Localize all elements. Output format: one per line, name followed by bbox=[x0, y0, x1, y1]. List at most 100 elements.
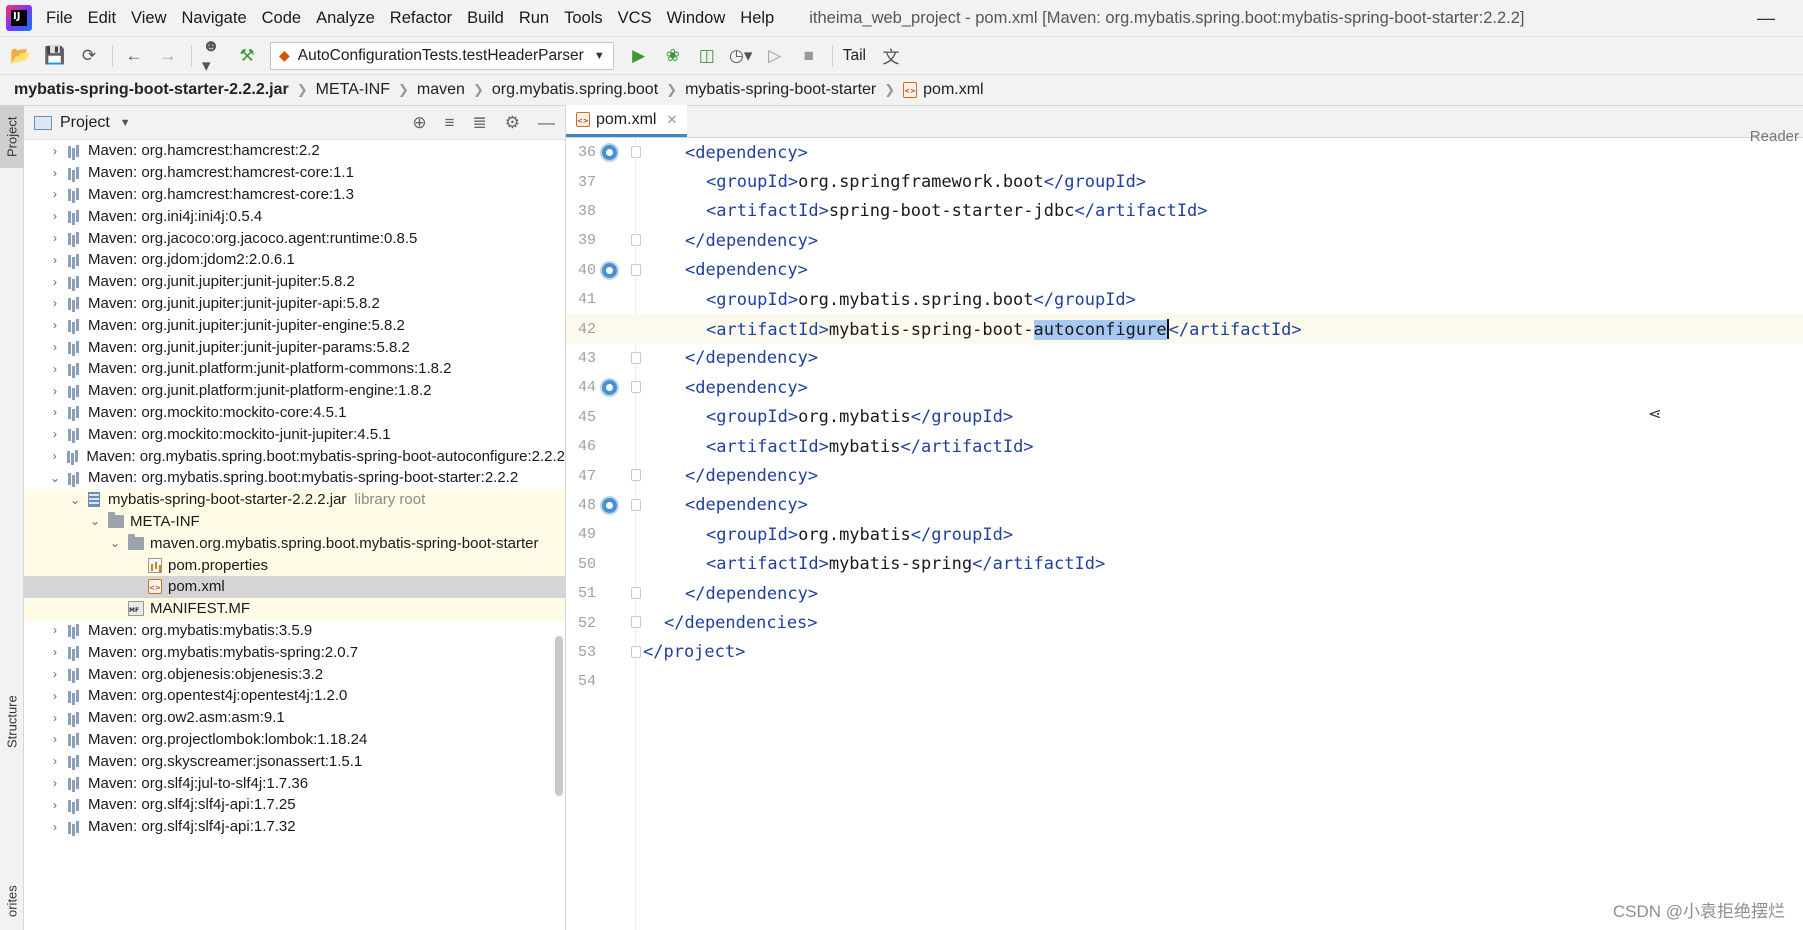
menu-edit[interactable]: Edit bbox=[88, 9, 116, 28]
open-folder-icon[interactable]: 📂 bbox=[10, 45, 32, 67]
chevron-right-icon[interactable]: › bbox=[48, 798, 62, 812]
menu-help[interactable]: Help bbox=[740, 9, 774, 28]
tree-row[interactable]: pom.properties bbox=[24, 554, 565, 576]
tree-row[interactable]: › Maven: org.mybatis:mybatis:3.5.9 bbox=[24, 620, 565, 642]
menu-vcs[interactable]: VCS bbox=[618, 9, 652, 28]
run-configuration-select[interactable]: ◆ AutoConfigurationTests.testHeaderParse… bbox=[270, 41, 614, 70]
chevron-right-icon[interactable]: › bbox=[48, 754, 62, 768]
code-area[interactable]: 36 <dependency> 37 <groupId>org.springframe… bbox=[566, 138, 1803, 930]
tree-row[interactable]: › Maven: org.skyscreamer:jsonassert:1.5.1 bbox=[24, 750, 565, 772]
menu-run[interactable]: Run bbox=[519, 9, 549, 28]
build-hammer-icon[interactable]: ⚒ bbox=[236, 45, 258, 67]
menu-refactor[interactable]: Refactor bbox=[390, 9, 452, 28]
tree-row[interactable]: › Maven: org.junit.jupiter:junit-jupiter-… bbox=[24, 314, 565, 336]
tree-row[interactable]: › Maven: org.junit.jupiter:junit-jupiter-… bbox=[24, 293, 565, 315]
tree-row[interactable]: › Maven: org.slf4j:slf4j-api:1.7.25 bbox=[24, 794, 565, 816]
tree-row[interactable]: › Maven: org.ini4j:ini4j:0.5.4 bbox=[24, 205, 565, 227]
chevron-right-icon[interactable]: › bbox=[48, 318, 62, 332]
gear-icon[interactable]: ⚙ bbox=[505, 113, 520, 133]
fold-marker-icon[interactable] bbox=[631, 351, 641, 364]
fold-marker-icon[interactable] bbox=[631, 616, 641, 629]
breadcrumb-jar[interactable]: mybatis-spring-boot-starter-2.2.2.jar bbox=[14, 81, 289, 99]
fold-marker-icon[interactable] bbox=[631, 469, 641, 482]
menu-build[interactable]: Build bbox=[467, 9, 504, 28]
breadcrumb-maven[interactable]: maven bbox=[417, 81, 465, 99]
maven-dependency-gutter-icon[interactable] bbox=[600, 260, 619, 280]
tree-row[interactable]: pom.xml bbox=[24, 575, 565, 598]
tree-row[interactable]: › Maven: org.projectlombok:lombok:1.18.24 bbox=[24, 729, 565, 751]
tree-row[interactable]: › Maven: org.mybatis:mybatis-spring:2.0.7 bbox=[24, 641, 565, 663]
sync-icon[interactable]: ⟳ bbox=[78, 45, 100, 67]
stop-icon[interactable]: ■ bbox=[798, 45, 820, 67]
tree-row[interactable]: › Maven: org.junit.platform:junit-platfor… bbox=[24, 380, 565, 402]
chevron-right-icon[interactable]: › bbox=[48, 362, 62, 376]
chevron-down-icon[interactable]: ⌄ bbox=[68, 493, 82, 507]
chevron-down-icon[interactable]: ▼ bbox=[120, 117, 131, 129]
breadcrumb-artifact[interactable]: mybatis-spring-boot-starter bbox=[685, 81, 876, 99]
tree-row[interactable]: › Maven: org.objenesis:objenesis:3.2 bbox=[24, 663, 565, 685]
chevron-right-icon[interactable]: › bbox=[48, 405, 62, 419]
tree-row[interactable]: ⌄ maven.org.mybatis.spring.boot.mybatis-s… bbox=[24, 532, 565, 555]
menu-window[interactable]: Window bbox=[667, 9, 726, 28]
chevron-right-icon[interactable]: › bbox=[48, 427, 62, 441]
minimize-button[interactable]: — bbox=[1757, 8, 1775, 29]
fold-marker-icon[interactable] bbox=[631, 498, 641, 511]
chevron-right-icon[interactable]: › bbox=[48, 711, 62, 725]
locate-target-icon[interactable]: ⊕ bbox=[412, 113, 426, 133]
debug-bug-icon[interactable]: ❀ bbox=[662, 45, 684, 67]
chevron-right-icon[interactable]: › bbox=[48, 820, 62, 834]
tree-row[interactable]: MANIFEST.MF bbox=[24, 597, 565, 620]
tree-row[interactable]: ⌄ mybatis-spring-boot-starter-2.2.2.jar li… bbox=[24, 488, 565, 511]
chevron-right-icon[interactable]: › bbox=[48, 275, 62, 289]
breadcrumb-file[interactable]: pom.xml bbox=[923, 81, 983, 99]
close-icon[interactable]: ✕ bbox=[666, 112, 677, 128]
menu-view[interactable]: View bbox=[131, 9, 166, 28]
menu-code[interactable]: Code bbox=[262, 9, 301, 28]
tree-row[interactable]: › Maven: org.hamcrest:hamcrest-core:1.1 bbox=[24, 162, 565, 184]
chevron-down-icon[interactable]: ⌄ bbox=[48, 471, 62, 485]
tree-row[interactable]: › Maven: org.mockito:mockito-core:4.5.1 bbox=[24, 402, 565, 424]
project-tool-tab[interactable]: Project bbox=[0, 106, 24, 168]
fold-marker-icon[interactable] bbox=[631, 146, 641, 158]
breadcrumb-meta-inf[interactable]: META-INF bbox=[316, 81, 390, 99]
chevron-down-icon[interactable]: ⌄ bbox=[108, 536, 122, 550]
chevron-down-icon[interactable]: ⌄ bbox=[88, 514, 102, 528]
translate-icon[interactable]: 文 bbox=[880, 45, 902, 67]
tree-row[interactable]: › Maven: org.mockito:mockito-junit-jupite… bbox=[24, 423, 565, 445]
save-all-icon[interactable]: 💾 bbox=[44, 45, 66, 67]
expand-all-icon[interactable]: ≡ bbox=[445, 113, 455, 133]
tree-row[interactable]: ⌄ Maven: org.mybatis.spring.boot:mybatis-… bbox=[24, 467, 565, 489]
profile-dropdown-icon[interactable]: ◷▾ bbox=[729, 45, 752, 67]
run-icon[interactable]: ▶ bbox=[628, 45, 650, 67]
breadcrumb-group[interactable]: org.mybatis.spring.boot bbox=[492, 81, 658, 99]
chevron-right-icon[interactable]: › bbox=[48, 166, 62, 180]
tree-row[interactable]: › Maven: org.ow2.asm:asm:9.1 bbox=[24, 707, 565, 729]
maven-dependency-gutter-icon[interactable] bbox=[600, 378, 619, 398]
coverage-icon[interactable]: ◫ bbox=[696, 45, 718, 67]
tree-row[interactable]: › Maven: org.hamcrest:hamcrest-core:1.3 bbox=[24, 184, 565, 206]
tree-scrollbar[interactable] bbox=[555, 636, 563, 796]
fold-marker-icon[interactable] bbox=[631, 381, 641, 394]
tree-row[interactable]: › Maven: org.jdom:jdom2:2.0.6.1 bbox=[24, 249, 565, 271]
chevron-right-icon[interactable]: › bbox=[48, 667, 62, 681]
chevron-right-icon[interactable]: › bbox=[48, 340, 62, 354]
hide-panel-icon[interactable]: — bbox=[538, 113, 555, 133]
chevron-right-icon[interactable]: › bbox=[48, 732, 62, 746]
tree-row[interactable]: › Maven: org.junit.platform:junit-platfor… bbox=[24, 358, 565, 380]
fold-marker-icon[interactable] bbox=[631, 587, 641, 599]
tree-row[interactable]: › Maven: org.junit.jupiter:junit-jupiter-… bbox=[24, 336, 565, 358]
favorites-tool-tab[interactable]: orites bbox=[0, 876, 24, 926]
chevron-right-icon[interactable]: › bbox=[48, 384, 62, 398]
menu-analyze[interactable]: Analyze bbox=[316, 9, 375, 28]
tree-row[interactable]: › Maven: org.mybatis.spring.boot:mybatis-… bbox=[24, 445, 565, 467]
tree-row[interactable]: › Maven: org.opentest4j:opentest4j:1.2.0 bbox=[24, 685, 565, 707]
tree-row[interactable]: › Maven: org.slf4j:jul-to-slf4j:1.7.36 bbox=[24, 772, 565, 794]
tab-pom-xml[interactable]: pom.xml ✕ bbox=[566, 105, 688, 137]
reader-mode-button[interactable]: Reader bbox=[1750, 128, 1799, 145]
menu-tools[interactable]: Tools bbox=[564, 9, 603, 28]
project-panel-title[interactable]: Project bbox=[60, 114, 110, 132]
collapse-all-icon[interactable]: ≣ bbox=[473, 113, 487, 133]
chevron-right-icon[interactable]: › bbox=[48, 296, 62, 310]
tail-button[interactable]: Tail bbox=[843, 47, 866, 65]
user-dropdown-icon[interactable]: ☻▾ bbox=[202, 36, 224, 75]
